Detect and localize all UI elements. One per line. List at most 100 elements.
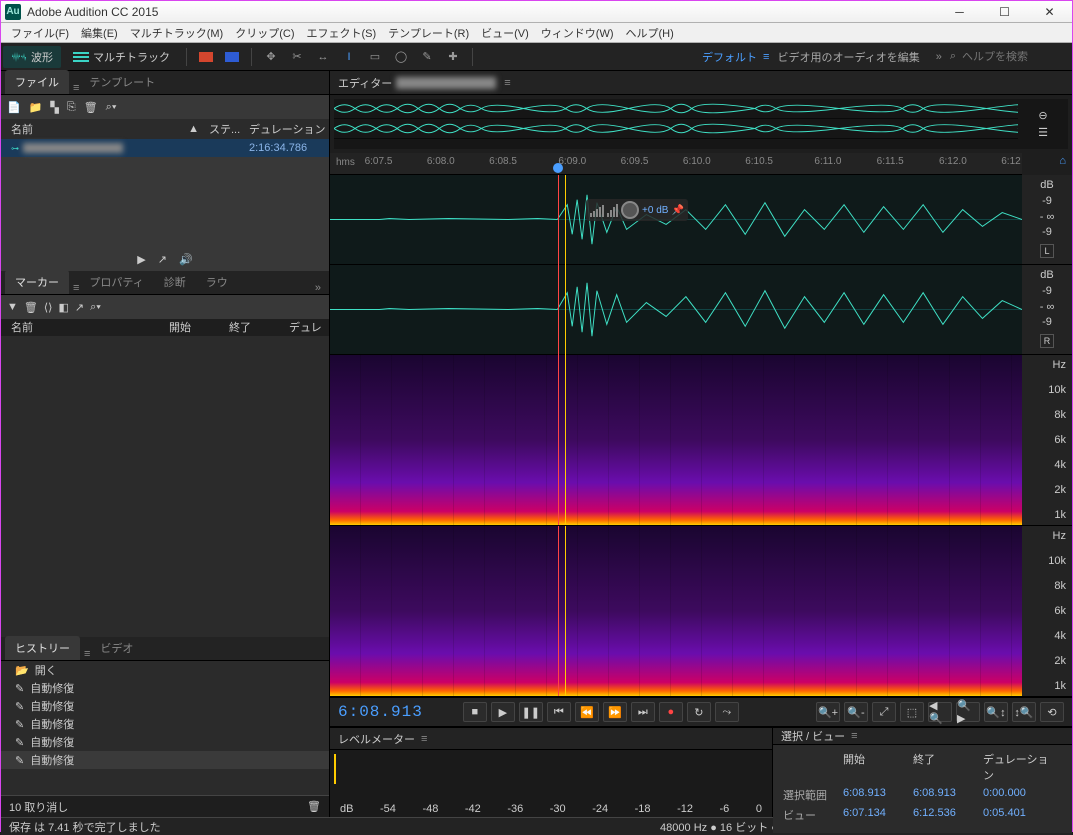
- level-meter[interactable]: dB-54-48-42-36-30-24-18-12-60: [330, 750, 772, 817]
- zoom-in-v-icon[interactable]: 🔍↕: [984, 702, 1008, 722]
- mini-speaker-icon[interactable]: 🔊: [179, 253, 193, 266]
- sel-start[interactable]: 6:08.913: [843, 787, 913, 803]
- history-trash-icon[interactable]: 🗑: [307, 800, 321, 813]
- spectral-freq-icon[interactable]: [195, 48, 217, 66]
- rewind-button[interactable]: ⏪: [575, 702, 599, 722]
- playhead[interactable]: [558, 175, 559, 355]
- heal-tool-icon[interactable]: ✚: [442, 48, 464, 66]
- help-search-input[interactable]: [962, 51, 1062, 63]
- new-file-icon[interactable]: 📁: [29, 101, 43, 114]
- workspace-video[interactable]: ビデオ用のオーディオを編集: [769, 49, 927, 65]
- waveform-display[interactable]: +0 dB 📌: [330, 175, 1022, 355]
- volume-hud[interactable]: +0 dB 📌: [586, 199, 688, 221]
- open-file-icon[interactable]: 📄: [7, 101, 21, 114]
- close-button[interactable]: ✕: [1027, 1, 1072, 23]
- skip-fwd-button[interactable]: ⏭: [631, 702, 655, 722]
- tab-files[interactable]: ファイル: [5, 70, 69, 94]
- maximize-button[interactable]: ☐: [982, 1, 1027, 23]
- pause-button[interactable]: ❚❚: [519, 702, 543, 722]
- workspace-more-icon[interactable]: »: [928, 51, 950, 63]
- tab-markers[interactable]: マーカー: [5, 270, 69, 294]
- marker-type-icon[interactable]: ◧: [58, 301, 68, 314]
- tab-video[interactable]: ビデオ: [90, 636, 143, 660]
- workspace-default[interactable]: デフォルト: [696, 49, 763, 65]
- lasso-tool-icon[interactable]: ◯: [390, 48, 412, 66]
- spectrogram-display[interactable]: [330, 355, 1022, 697]
- mini-export-icon[interactable]: ↗: [158, 253, 167, 266]
- channel-left-label[interactable]: L: [1040, 244, 1054, 258]
- menu-help[interactable]: ヘルプ(H): [620, 25, 680, 41]
- tab-templates[interactable]: テンプレート: [79, 70, 165, 94]
- search-icon[interactable]: ⌕: [950, 50, 956, 63]
- file-search-icon[interactable]: ⌕▾: [106, 101, 117, 114]
- import-icon[interactable]: ▚: [50, 101, 58, 114]
- time-select-tool-icon[interactable]: I: [338, 48, 360, 66]
- marker-search-icon[interactable]: ⌕▾: [90, 301, 101, 314]
- time-ruler[interactable]: hms 6:07.5 6:08.0 6:08.5 6:09.0 6:09.5 6…: [330, 153, 1022, 175]
- marker-range-icon[interactable]: ⟨⟩: [44, 301, 53, 314]
- history-item[interactable]: ✎自動修復: [1, 733, 329, 751]
- pin-icon[interactable]: 📌: [671, 205, 683, 216]
- home-icon[interactable]: ⌂: [1059, 155, 1066, 167]
- multitrack-mode-button[interactable]: マルチトラック: [65, 46, 178, 68]
- menu-file[interactable]: ファイル(F): [5, 25, 75, 41]
- mini-play-icon[interactable]: ▶: [137, 253, 145, 266]
- minimize-button[interactable]: ─: [937, 1, 982, 23]
- channels-icon[interactable]: ☰: [1038, 126, 1048, 139]
- markers-more-icon[interactable]: »: [307, 282, 329, 294]
- brush-tool-icon[interactable]: ✎: [416, 48, 438, 66]
- zoom-out-v-icon[interactable]: ↕🔍: [1012, 702, 1036, 722]
- play-button[interactable]: ▶: [491, 702, 515, 722]
- view-start[interactable]: 6:07.134: [843, 807, 913, 823]
- slip-tool-icon[interactable]: ↔: [312, 48, 334, 66]
- history-item[interactable]: 📂開く: [1, 661, 329, 679]
- stop-button[interactable]: ■: [463, 702, 487, 722]
- history-item[interactable]: ✎自動修復: [1, 751, 329, 769]
- menu-window[interactable]: ウィンドウ(W): [535, 25, 620, 41]
- playhead-marker-icon[interactable]: [553, 163, 563, 173]
- zoom-out-icon[interactable]: ⊖: [1038, 109, 1047, 122]
- ffwd-button[interactable]: ⏩: [603, 702, 627, 722]
- marker-trash-icon[interactable]: 🗑: [24, 301, 38, 314]
- loop-button[interactable]: ↻: [687, 702, 711, 722]
- zoom-out-h-icon[interactable]: 🔍-: [844, 702, 868, 722]
- trash-icon[interactable]: 🗑: [84, 101, 98, 114]
- zoom-sel-icon[interactable]: ⬚: [900, 702, 924, 722]
- skip-sel-button[interactable]: ⤳: [715, 702, 739, 722]
- menu-multitrack[interactable]: マルチトラック(M): [124, 25, 230, 41]
- waveform-mode-button[interactable]: 波形: [3, 46, 61, 68]
- sel-end[interactable]: 6:08.913: [913, 787, 983, 803]
- marquee-tool-icon[interactable]: ▭: [364, 48, 386, 66]
- history-item[interactable]: ✎自動修復: [1, 715, 329, 733]
- tab-properties[interactable]: プロパティ: [79, 270, 153, 294]
- history-item[interactable]: ✎自動修復: [1, 697, 329, 715]
- marker-export-icon[interactable]: ↗: [75, 301, 84, 314]
- volume-knob-icon[interactable]: [621, 201, 639, 219]
- menu-view[interactable]: ビュー(V): [475, 25, 535, 41]
- marker-add-icon[interactable]: ▼: [7, 301, 18, 313]
- tab-history[interactable]: ヒストリー: [5, 636, 80, 660]
- sel-dur[interactable]: 0:00.000: [983, 787, 1053, 803]
- skip-back-button[interactable]: ⏮: [547, 702, 571, 722]
- menu-clip[interactable]: クリップ(C): [229, 25, 300, 41]
- insert-icon[interactable]: ⎘: [67, 101, 76, 114]
- tab-loudness[interactable]: ラウ: [196, 270, 238, 294]
- spectral-pitch-icon[interactable]: [221, 48, 243, 66]
- view-dur[interactable]: 0:05.401: [983, 807, 1053, 823]
- file-row[interactable]: ⊶ 2:16:34.786: [1, 139, 329, 157]
- zoom-in-right-icon[interactable]: 🔍▶: [956, 702, 980, 722]
- menu-template[interactable]: テンプレート(R): [382, 25, 475, 41]
- menu-effects[interactable]: エフェクト(S): [301, 25, 383, 41]
- zoom-reset-icon[interactable]: ⟲: [1040, 702, 1064, 722]
- overview-waveform[interactable]: ⊖ ☰: [334, 99, 1068, 149]
- zoom-in-left-icon[interactable]: ◀🔍: [928, 702, 952, 722]
- record-button[interactable]: ●: [659, 702, 683, 722]
- zoom-in-h-icon[interactable]: 🔍+: [816, 702, 840, 722]
- zoom-full-icon[interactable]: ⤢: [872, 702, 896, 722]
- tab-diagnostics[interactable]: 診断: [154, 270, 196, 294]
- channel-right-label[interactable]: R: [1040, 334, 1054, 348]
- menu-edit[interactable]: 編集(E): [75, 25, 124, 41]
- history-item[interactable]: ✎自動修復: [1, 679, 329, 697]
- timecode[interactable]: 6:08.913: [338, 703, 423, 721]
- move-tool-icon[interactable]: ✥: [260, 48, 282, 66]
